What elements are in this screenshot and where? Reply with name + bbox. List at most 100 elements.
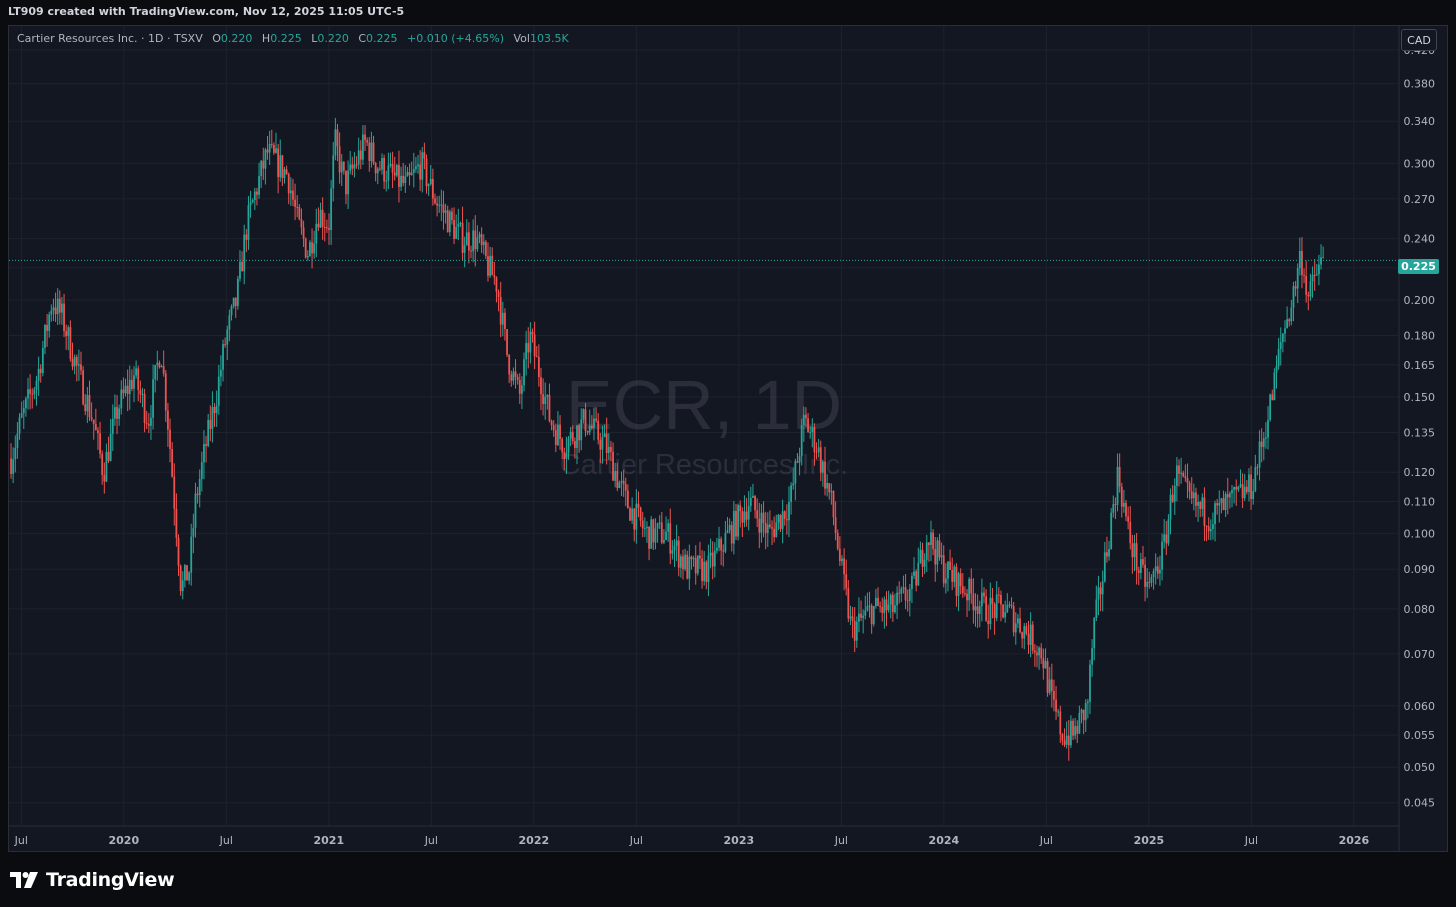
candle-body [599, 439, 602, 450]
candle-body [701, 558, 703, 582]
chart-frame[interactable]: ECR, 1D Cartier Resources Inc. 0.4200.38… [8, 25, 1448, 852]
candle-body [1207, 526, 1210, 532]
legend-open-label: O [212, 32, 221, 45]
candle-body [802, 414, 805, 426]
candle-body [540, 377, 542, 395]
watermark: ECR, 1D Cartier Resources Inc. [560, 366, 849, 481]
candle-body [415, 166, 417, 169]
candle-body [590, 425, 593, 428]
candle-body [531, 331, 534, 335]
candle-body [455, 226, 458, 239]
candle-body [542, 394, 544, 405]
candle-body [595, 418, 597, 421]
candle-body [569, 431, 572, 439]
candle-body [1239, 484, 1242, 487]
candle-body [82, 370, 85, 405]
candle-body [525, 343, 528, 360]
candle-body [285, 169, 288, 175]
candle-body [1279, 341, 1282, 349]
candle-body [601, 437, 604, 450]
last-price-badge: 0.225 [1398, 259, 1439, 274]
candle-body [1144, 564, 1146, 587]
candle-body [211, 406, 214, 429]
candle-body [769, 524, 771, 528]
candle-body [728, 525, 731, 531]
candle-body [567, 438, 570, 453]
candle-body [402, 175, 405, 184]
candle-body [1205, 525, 1208, 527]
candle-body [1027, 633, 1030, 645]
candle-body [196, 493, 199, 496]
candle-body [626, 490, 629, 509]
x-tick-label: Jul [629, 834, 643, 847]
candle-body [1256, 467, 1259, 469]
candle-body [277, 148, 280, 178]
candle-body [1320, 257, 1322, 265]
candle-body [565, 452, 568, 459]
candle-body [813, 427, 816, 452]
candle-body [90, 417, 93, 420]
candle-body [1222, 498, 1225, 511]
x-tick-label: Jul [1244, 834, 1258, 847]
candle-body [1072, 720, 1074, 736]
candle-body [1040, 647, 1043, 659]
candle-body [849, 616, 852, 619]
candle-body [1048, 679, 1051, 693]
legend-high-label: H [261, 32, 271, 45]
candle-body [1296, 268, 1299, 289]
candle-body [116, 407, 118, 419]
price-chart[interactable]: ECR, 1D Cartier Resources Inc. 0.4200.38… [9, 26, 1447, 851]
candle-body [126, 385, 129, 394]
candle-body [24, 398, 27, 408]
candle-body [476, 237, 479, 250]
candle-body [1106, 552, 1108, 557]
tradingview-brand[interactable]: TradingView [10, 868, 175, 892]
candle-body [811, 427, 814, 433]
candle-body [451, 211, 453, 220]
candle-body [374, 162, 377, 174]
candle-body [667, 523, 670, 532]
candle-body [122, 389, 125, 394]
candle-body [94, 423, 97, 431]
candle-body [177, 537, 180, 566]
candle-body [821, 461, 824, 473]
candle-body [215, 405, 218, 414]
candle-body [637, 503, 640, 508]
candle-body [817, 447, 820, 452]
candle-body [1182, 472, 1185, 477]
legend-low: 0.220 [317, 32, 349, 45]
candle-body [633, 508, 636, 530]
candle-body [1178, 465, 1180, 474]
candle-body [1129, 521, 1132, 544]
candle-body [387, 165, 390, 181]
candle-body [408, 172, 411, 176]
currency-button[interactable]: CAD [1401, 29, 1437, 51]
candle-body [658, 522, 661, 524]
y-tick-label: 0.240 [1404, 233, 1436, 246]
y-tick-label: 0.055 [1404, 729, 1436, 742]
candle-body [266, 149, 269, 153]
candle-body [75, 356, 78, 366]
candle-body [1002, 604, 1004, 618]
candle-body [366, 140, 369, 143]
y-tick-label: 0.270 [1404, 193, 1436, 206]
candle-body [783, 511, 786, 519]
candle-body [135, 368, 138, 376]
candle-body [1139, 559, 1142, 573]
candle-body [50, 310, 53, 315]
candle-body [1159, 569, 1161, 574]
candle-body [743, 511, 746, 523]
candle-body [478, 234, 481, 238]
candle-body [656, 523, 659, 529]
candle-body [858, 613, 860, 622]
candle-body [1057, 711, 1060, 713]
candle-body [1186, 478, 1189, 483]
candle-body [484, 241, 487, 257]
candle-body [995, 594, 998, 618]
y-tick-label: 0.050 [1404, 761, 1436, 774]
candle-body [529, 331, 532, 353]
candle-body [578, 425, 581, 441]
candle-body [1298, 250, 1301, 269]
candle-body [1173, 485, 1176, 502]
candle-body [894, 605, 896, 613]
